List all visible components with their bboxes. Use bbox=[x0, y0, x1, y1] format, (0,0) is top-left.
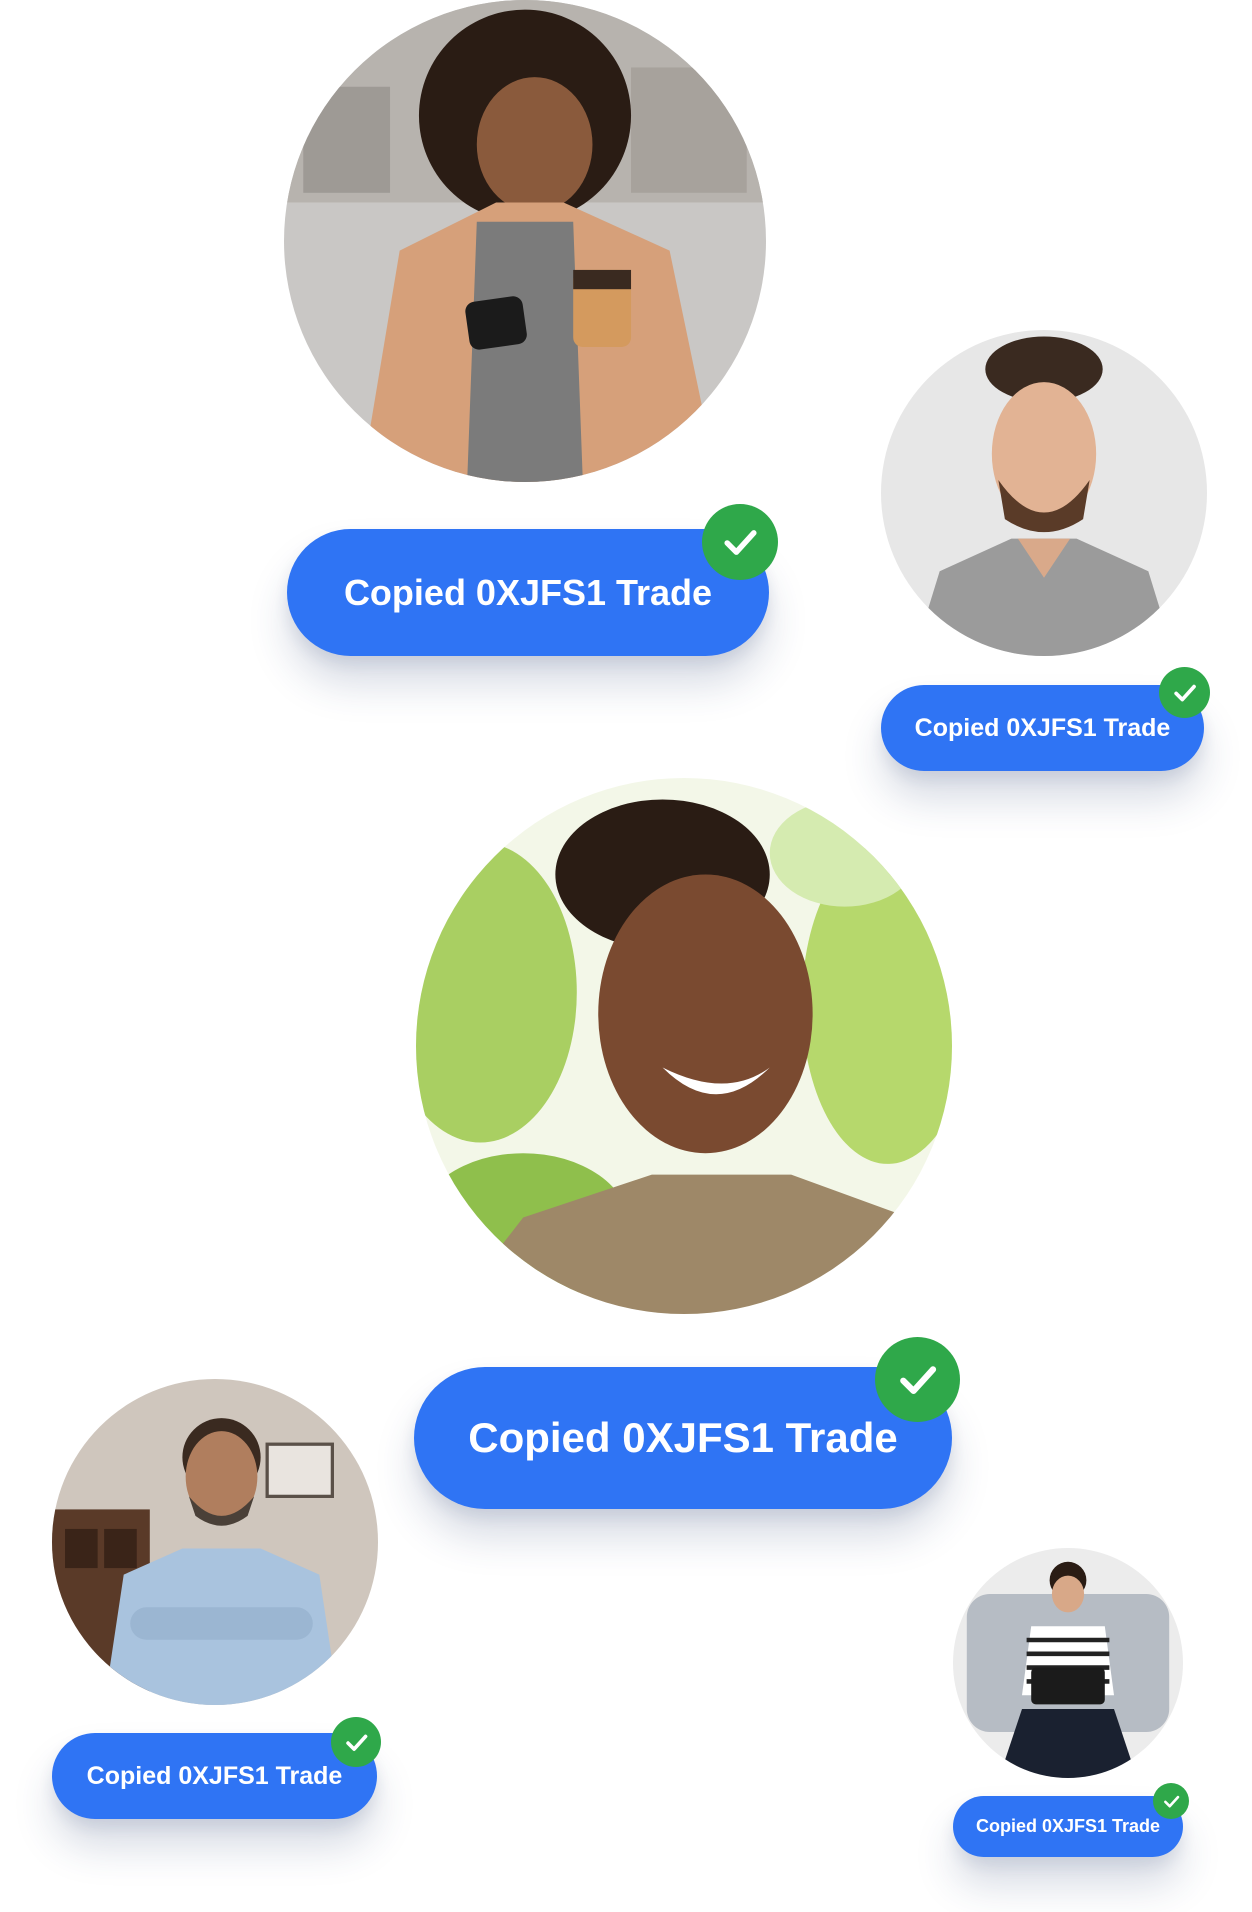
copied-trade-pill: Copied 0XJFS1 Trade bbox=[287, 529, 769, 656]
copied-trade-label: Copied 0XJFS1 Trade bbox=[343, 571, 713, 613]
copied-trade-pill: Copied 0XJFS1 Trade bbox=[414, 1367, 952, 1509]
check-icon bbox=[702, 504, 778, 580]
copied-trade-label: Copied 0XJFS1 Trade bbox=[975, 1816, 1161, 1836]
avatar-man-glasses bbox=[52, 1379, 378, 1705]
avatar-woman-smiling bbox=[416, 778, 952, 1314]
copied-trade-label: Copied 0XJFS1 Trade bbox=[468, 1414, 898, 1461]
copied-trade-label: Copied 0XJFS1 Trade bbox=[86, 1761, 343, 1790]
avatar-man-laptop bbox=[953, 1548, 1183, 1778]
check-icon bbox=[331, 1717, 381, 1767]
avatar-woman-coffee bbox=[284, 0, 766, 482]
copied-trade-pill: Copied 0XJFS1 Trade bbox=[881, 685, 1204, 771]
avatar-man-gray-shirt bbox=[881, 330, 1207, 656]
copied-trade-pill: Copied 0XJFS1 Trade bbox=[953, 1796, 1183, 1857]
check-icon bbox=[1159, 667, 1210, 718]
copied-trade-pill: Copied 0XJFS1 Trade bbox=[52, 1733, 377, 1819]
copied-trade-label: Copied 0XJFS1 Trade bbox=[914, 713, 1171, 742]
check-icon bbox=[1153, 1783, 1189, 1819]
check-icon bbox=[875, 1337, 960, 1422]
